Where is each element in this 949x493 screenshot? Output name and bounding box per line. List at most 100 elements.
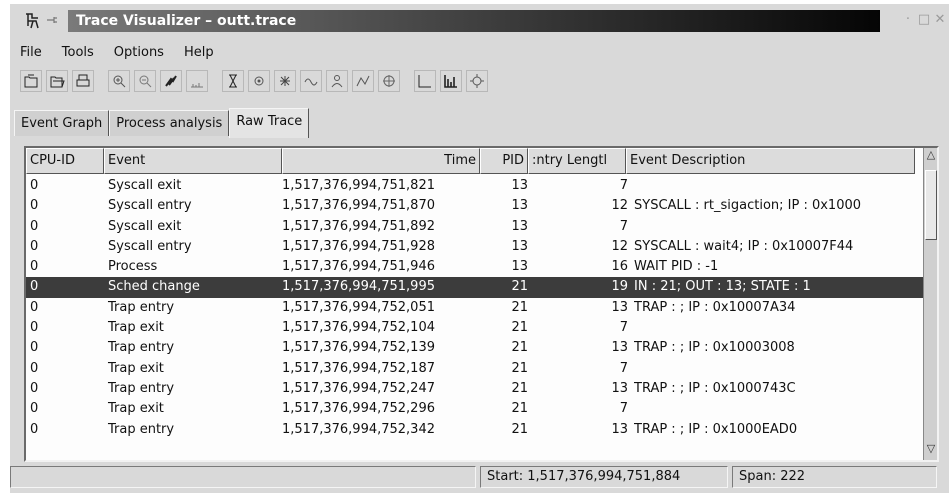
- cell-entry-length: 12: [611, 238, 628, 254]
- cell-entry-length: 7: [619, 218, 628, 234]
- table-row[interactable]: 0 Trap entry 1,517,376,994,752,051 21 13 TRAP…: [26, 298, 923, 318]
- cell-event-description: TRAP : ; IP : 0x10003008: [634, 340, 795, 356]
- table-row[interactable]: 0 Syscall entry 1,517,376,994,751,928 13 12 S…: [26, 237, 923, 257]
- cell-cpu-id: 0: [30, 421, 39, 437]
- status-bar: Start: 1,517,376,994,751,884 Span: 222: [10, 464, 949, 490]
- table-row[interactable]: 0 Process 1,517,376,994,751,946 13 16 WAIT PI…: [26, 257, 923, 277]
- settings-icon[interactable]: [466, 70, 488, 92]
- cell-entry-length: 7: [619, 360, 628, 376]
- column-header-time[interactable]: Time: [282, 148, 480, 174]
- cell-event-description: TRAP : ; IP : 0x10007A34: [634, 299, 796, 315]
- cell-event: Trap exit: [108, 320, 164, 336]
- tab-event-graph[interactable]: Event Graph: [14, 110, 110, 136]
- cell-entry-length: 12: [611, 198, 628, 214]
- cell-event: Sched change: [108, 279, 200, 295]
- open-folder-icon[interactable]: [46, 70, 68, 92]
- bar-chart-icon[interactable]: [414, 70, 436, 92]
- menu-file[interactable]: File: [20, 45, 42, 60]
- person-icon[interactable]: [326, 70, 348, 92]
- column-header-event[interactable]: Event: [104, 148, 282, 174]
- cell-event-description: [634, 217, 923, 237]
- cell-event: Syscall exit: [108, 178, 182, 193]
- table-row[interactable]: 0 Trap exit 1,517,376,994,752,296 21 7: [26, 399, 923, 419]
- cell-pid: 13: [511, 218, 528, 234]
- cell-time: 1,517,376,994,752,051: [282, 299, 435, 315]
- process-icon[interactable]: [352, 70, 374, 92]
- toolbar: [20, 68, 488, 94]
- cell-event: Syscall exit: [108, 218, 182, 234]
- table-row[interactable]: 0 Trap entry 1,517,376,994,752,342 21 13 TRAP…: [26, 420, 923, 440]
- cell-pid: 13: [511, 238, 528, 254]
- cell-time: 1,517,376,994,751,821: [282, 178, 435, 193]
- cell-event: Syscall entry: [108, 198, 192, 214]
- table-header: CPU-ID Event Time PID :ntry Lengtl Event…: [26, 148, 923, 174]
- table-row[interactable]: 0 Syscall exit 1,517,376,994,751,892 13 7: [26, 217, 923, 237]
- cell-entry-length: 13: [611, 380, 628, 396]
- cell-time: 1,517,376,994,752,296: [282, 401, 435, 417]
- gear-alt-icon[interactable]: [274, 70, 296, 92]
- cell-event-description: [634, 176, 923, 196]
- bar-chart-alt-icon[interactable]: [440, 70, 462, 92]
- tool-icon[interactable]: [160, 70, 182, 92]
- zoom-out-icon[interactable]: [134, 70, 156, 92]
- cell-entry-length: 7: [619, 320, 628, 336]
- scroll-up-icon[interactable]: △: [924, 148, 938, 166]
- table-row[interactable]: 0 Trap entry 1,517,376,994,752,139 21 13 TRAP…: [26, 338, 923, 358]
- table-rows: 0 Syscall exit 1,517,376,994,751,821 13 7 0 S…: [26, 176, 923, 440]
- hourglass-icon[interactable]: [222, 70, 244, 92]
- menu-tools[interactable]: Tools: [62, 45, 94, 60]
- column-header-event-description[interactable]: Event Description: [626, 148, 915, 174]
- raw-trace-table: CPU-ID Event Time PID :ntry Lengtl Event…: [26, 148, 923, 460]
- wave-icon[interactable]: [300, 70, 322, 92]
- gear-alt2-icon[interactable]: [378, 70, 400, 92]
- cell-entry-length: 7: [619, 401, 628, 417]
- maximize-icon[interactable]: □: [916, 12, 932, 28]
- cell-event: Syscall entry: [108, 238, 192, 254]
- table-row[interactable]: 0 Trap entry 1,517,376,994,752,247 21 13 TRAP…: [26, 379, 923, 399]
- table-row-selected[interactable]: 0 Sched change 1,517,376,994,751,995 21 19 IN…: [26, 277, 923, 298]
- tab-raw-trace[interactable]: Raw Trace: [229, 108, 310, 138]
- table-row[interactable]: 0 Syscall entry 1,517,376,994,751,870 13 12 S…: [26, 196, 923, 216]
- cell-event: Trap exit: [108, 360, 164, 376]
- cell-cpu-id: 0: [30, 380, 39, 396]
- cell-event-description: [634, 318, 923, 338]
- cell-pid: 21: [511, 320, 528, 336]
- cell-time: 1,517,376,994,751,928: [282, 238, 435, 254]
- pin-icon[interactable]: [46, 14, 60, 29]
- cell-time: 1,517,376,994,751,870: [282, 198, 435, 214]
- title-bar[interactable]: Trace Visualizer – outt.trace · □ ✕: [10, 8, 949, 34]
- cell-event-description: TRAP : ; IP : 0x1000EAD0: [634, 421, 798, 437]
- cell-cpu-id: 0: [30, 198, 39, 214]
- cell-pid: 21: [511, 299, 528, 315]
- cell-cpu-id: 0: [30, 259, 39, 275]
- app-icon[interactable]: [24, 12, 42, 30]
- cell-event-description: TRAP : ; IP : 0x1000743C: [634, 380, 796, 396]
- menu-help[interactable]: Help: [184, 45, 214, 60]
- tab-process-analysis[interactable]: Process analysis: [109, 110, 230, 136]
- table-row[interactable]: 0 Trap exit 1,517,376,994,752,104 21 7: [26, 318, 923, 338]
- zoom-in-icon[interactable]: [108, 70, 130, 92]
- table-row[interactable]: 0 Trap exit 1,517,376,994,752,187 21 7: [26, 359, 923, 379]
- cell-time: 1,517,376,994,752,187: [282, 360, 435, 376]
- cell-cpu-id: 0: [30, 238, 39, 254]
- gear-icon[interactable]: [248, 70, 270, 92]
- cell-event-description: WAIT PID : -1: [634, 259, 719, 275]
- cell-event-description: SYSCALL : wait4; IP : 0x10007F44: [634, 238, 854, 254]
- cell-pid: 13: [511, 198, 528, 214]
- column-header-entry-length[interactable]: :ntry Lengtl: [528, 148, 626, 174]
- menu-options[interactable]: Options: [114, 45, 164, 60]
- cell-event-description: SYSCALL : rt_sigaction; IP : 0x1000: [634, 198, 862, 214]
- cell-event-description: [634, 399, 923, 419]
- print-icon[interactable]: [72, 70, 94, 92]
- minimize-icon[interactable]: ·: [900, 12, 916, 28]
- close-icon[interactable]: ✕: [932, 12, 948, 28]
- vertical-scrollbar[interactable]: △ ▽: [923, 148, 937, 460]
- table-row[interactable]: 0 Syscall exit 1,517,376,994,751,821 13 7: [26, 176, 923, 196]
- open-file-icon[interactable]: [20, 70, 42, 92]
- scrollbar-thumb[interactable]: [925, 170, 937, 240]
- scroll-down-icon[interactable]: ▽: [924, 442, 938, 460]
- cell-cpu-id: 0: [30, 401, 39, 417]
- histogram-icon[interactable]: [186, 70, 208, 92]
- column-header-cpu-id[interactable]: CPU-ID: [26, 148, 104, 174]
- column-header-pid[interactable]: PID: [480, 148, 528, 174]
